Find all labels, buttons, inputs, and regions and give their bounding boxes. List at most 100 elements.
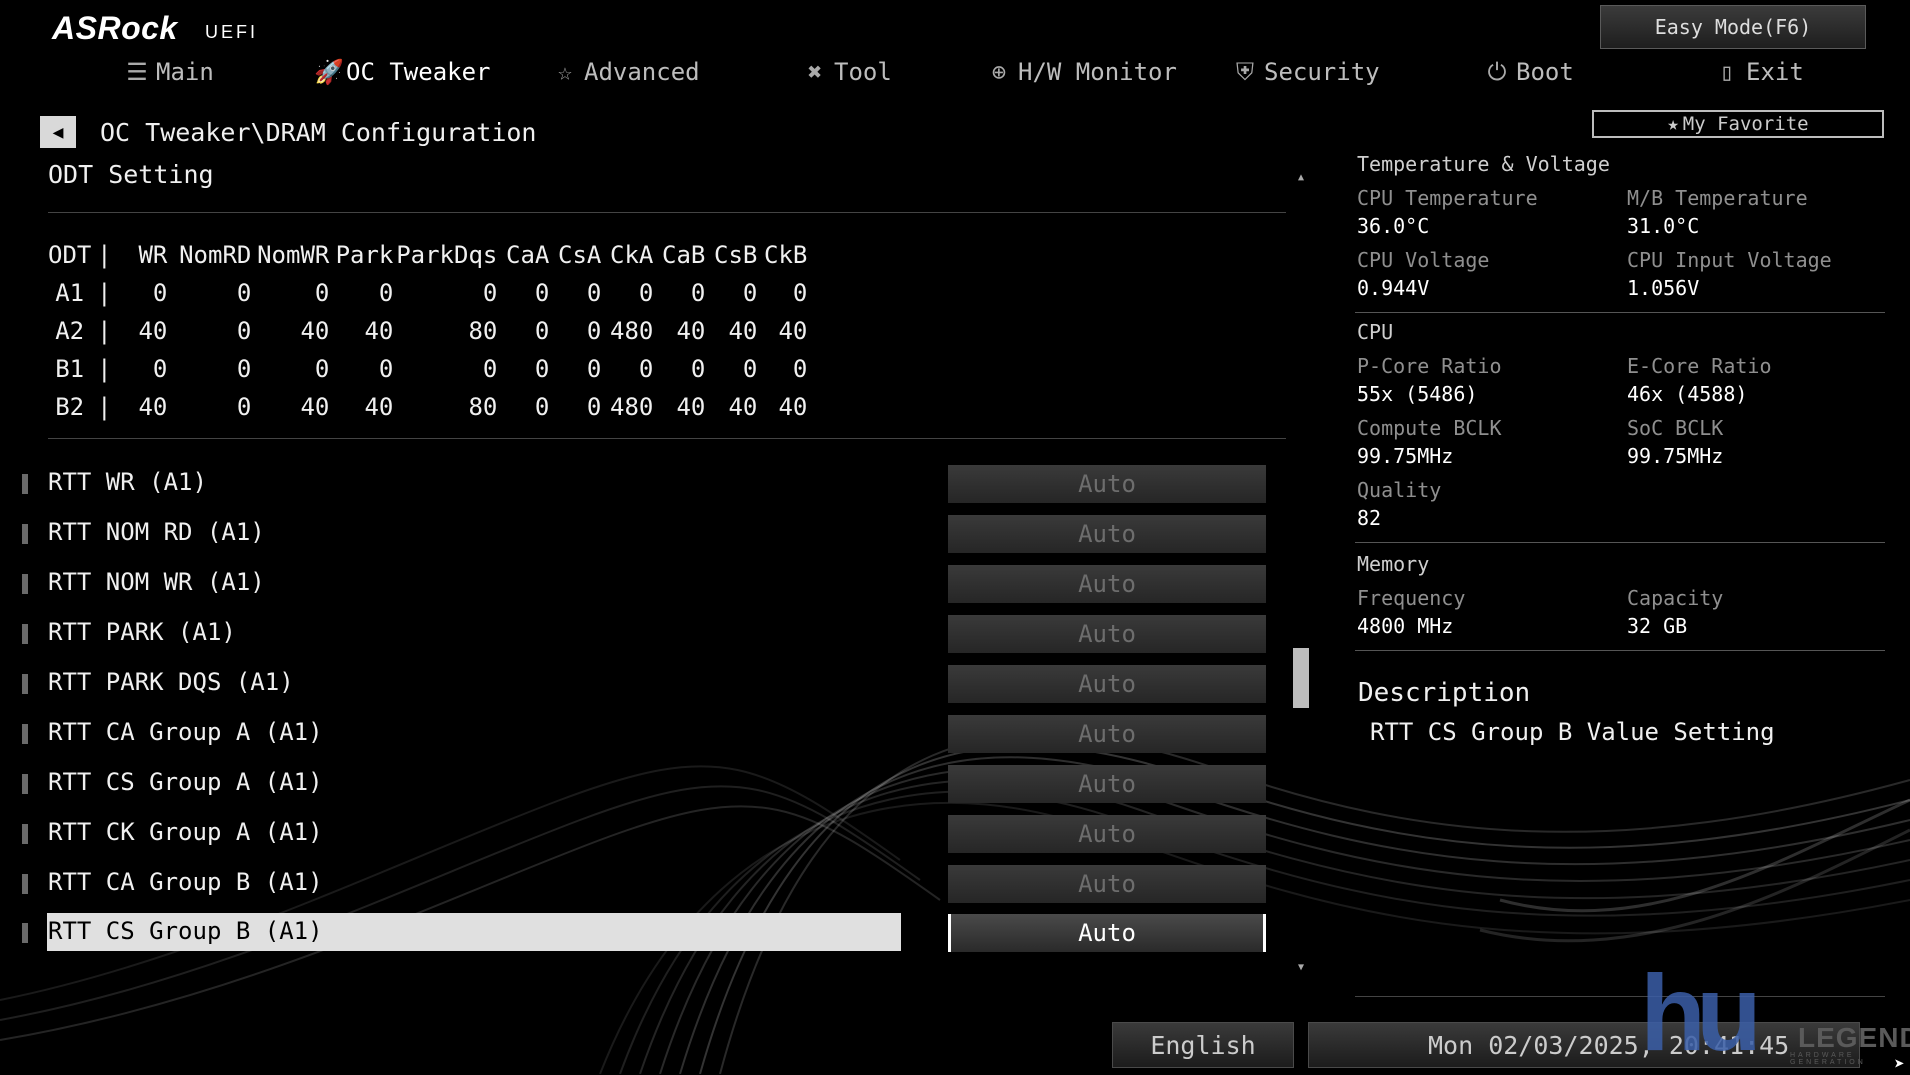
- odt-cell: 40: [364, 393, 394, 421]
- setting-rtt-ca-group-a-a1[interactable]: RTT CA Group A (A1) Auto: [0, 714, 1300, 754]
- setting-value-dropdown[interactable]: Auto: [948, 715, 1266, 753]
- exit-door-icon: ▯: [1719, 58, 1735, 86]
- setting-rtt-park-a1[interactable]: RTT PARK (A1) Auto: [0, 614, 1300, 654]
- odt-col-header: CsA: [558, 241, 602, 269]
- e-core-ratio-label: E-Core Ratio: [1627, 354, 1772, 378]
- row-marker: [22, 824, 28, 844]
- setting-rtt-wr-a1[interactable]: RTT WR (A1) Auto: [0, 464, 1300, 504]
- tab-boot[interactable]: ⏻ Boot: [1484, 58, 1574, 86]
- row-marker: [22, 923, 28, 943]
- row-marker: [22, 674, 28, 694]
- odt-cell: 80: [468, 393, 498, 421]
- soc-bclk-value: 99.75MHz: [1627, 444, 1724, 468]
- setting-rtt-park-dqs-a1[interactable]: RTT PARK DQS (A1) Auto: [0, 664, 1300, 704]
- e-core-ratio-value: 46x (4588): [1627, 382, 1748, 406]
- main-nav: ☰ Main 🚀 OC Tweaker ☆ Advanced ✖ Tool ⊕ …: [0, 52, 1910, 98]
- setting-label: RTT PARK (A1): [48, 618, 236, 646]
- tab-main[interactable]: ☰ Main: [124, 58, 214, 86]
- tab-exit[interactable]: ▯ Exit: [1714, 58, 1804, 86]
- scroll-up-arrow[interactable]: ▲: [1294, 172, 1308, 186]
- odt-cell: 480: [610, 317, 654, 345]
- tab-advanced[interactable]: ☆ Advanced: [552, 58, 700, 86]
- odt-cell: 0: [152, 279, 168, 307]
- odt-cell: 40: [728, 317, 758, 345]
- setting-value-dropdown[interactable]: Auto: [948, 665, 1266, 703]
- odt-cell: 0: [586, 355, 602, 383]
- setting-rtt-cs-group-b-a1[interactable]: RTT CS Group B (A1) Auto: [0, 913, 1300, 953]
- setting-rtt-ca-group-b-a1[interactable]: RTT CA Group B (A1) Auto: [0, 864, 1300, 904]
- tab-oc-tweaker-label: OC Tweaker: [346, 58, 491, 86]
- tab-main-label: Main: [156, 58, 214, 86]
- odt-cell: 0: [534, 279, 550, 307]
- odt-col-header: NomRD: [179, 241, 252, 269]
- cpu-input-voltage-label: CPU Input Voltage: [1627, 248, 1832, 272]
- setting-rtt-cs-group-a-a1[interactable]: RTT CS Group A (A1) Auto: [0, 764, 1300, 804]
- cpu-temperature-label: CPU Temperature: [1357, 186, 1538, 210]
- setting-rtt-nom-wr-a1[interactable]: RTT NOM WR (A1) Auto: [0, 564, 1300, 604]
- quality-value: 82: [1357, 506, 1382, 530]
- tab-oc-tweaker[interactable]: 🚀 OC Tweaker: [314, 58, 491, 86]
- setting-value-dropdown[interactable]: Auto: [948, 615, 1266, 653]
- easy-mode-button[interactable]: Easy Mode(F6): [1600, 5, 1866, 49]
- odt-cell: 0: [482, 279, 498, 307]
- rocket-icon: 🚀: [314, 58, 344, 86]
- setting-label: RTT NOM RD (A1): [48, 518, 265, 546]
- row-marker: [22, 474, 28, 494]
- odt-cell: 0: [690, 355, 706, 383]
- odt-cell: 0: [314, 355, 330, 383]
- mb-temperature-label: M/B Temperature: [1627, 186, 1808, 210]
- scrollbar-thumb[interactable]: [1293, 648, 1309, 708]
- odt-cell: 0: [482, 355, 498, 383]
- odt-cell: 0: [534, 317, 550, 345]
- odt-col-separator: |: [97, 241, 112, 269]
- scroll-down-arrow[interactable]: ▼: [1294, 962, 1308, 976]
- odt-cell: B1: [55, 355, 85, 383]
- divider: [48, 438, 1286, 439]
- memory-section-title: Memory: [1357, 552, 1430, 576]
- uefi-label: UEFI: [205, 22, 259, 42]
- row-marker: [22, 524, 28, 544]
- odt-col-header: CkA: [610, 241, 654, 269]
- language-button[interactable]: English: [1112, 1022, 1294, 1068]
- star-filled-icon: ★: [1667, 113, 1679, 135]
- odt-cell: 0: [534, 393, 550, 421]
- setting-label: RTT CS Group A (A1): [48, 768, 323, 796]
- tab-hw-monitor-label: H/W Monitor: [1018, 58, 1177, 86]
- tab-hw-monitor[interactable]: ⊕ H/W Monitor: [986, 58, 1177, 86]
- star-icon: ☆: [557, 58, 573, 86]
- setting-value-dropdown[interactable]: Auto: [948, 515, 1266, 553]
- odt-cell: |: [97, 317, 112, 345]
- tab-advanced-label: Advanced: [584, 58, 700, 86]
- odt-cell: |: [97, 393, 112, 421]
- odt-cell: 0: [586, 393, 602, 421]
- temp-voltage-title: Temperature & Voltage: [1357, 152, 1610, 176]
- setting-rtt-nom-rd-a1[interactable]: RTT NOM RD (A1) Auto: [0, 514, 1300, 554]
- odt-cell: 0: [152, 355, 168, 383]
- odt-col-header: ParkDqs: [396, 241, 498, 269]
- setting-rtt-ck-group-a-a1[interactable]: RTT CK Group A (A1) Auto: [0, 814, 1300, 854]
- tab-boot-label: Boot: [1516, 58, 1574, 86]
- crosshair-icon: ⊕: [991, 58, 1007, 86]
- tab-tool-label: Tool: [834, 58, 892, 86]
- setting-value-dropdown[interactable]: Auto: [948, 914, 1266, 952]
- odt-cell: 40: [138, 393, 168, 421]
- setting-label: RTT CK Group A (A1): [48, 818, 323, 846]
- my-favorite-button[interactable]: ★ My Favorite: [1592, 110, 1884, 138]
- description-title: Description: [1358, 678, 1531, 708]
- setting-value-dropdown[interactable]: Auto: [948, 865, 1266, 903]
- setting-value-dropdown[interactable]: Auto: [948, 565, 1266, 603]
- watermark-legend-text: LEGEND: [1798, 1022, 1910, 1053]
- tab-security[interactable]: ⛨ Security: [1232, 58, 1380, 86]
- setting-value-dropdown[interactable]: Auto: [948, 815, 1266, 853]
- odt-row: B1 | 0 0 0 0 0 0 0 0 0 0 0: [48, 350, 807, 388]
- setting-value-dropdown[interactable]: Auto: [948, 765, 1266, 803]
- odt-cell: 0: [690, 279, 706, 307]
- odt-cell: 0: [638, 355, 654, 383]
- setting-label: RTT CS Group B (A1): [48, 917, 323, 945]
- back-button[interactable]: ◀: [40, 116, 76, 148]
- setting-label: RTT CA Group A (A1): [48, 718, 323, 746]
- odt-cell: 0: [236, 393, 252, 421]
- memory-capacity-label: Capacity: [1627, 586, 1724, 610]
- tab-tool[interactable]: ✖ Tool: [802, 58, 892, 86]
- setting-value-dropdown[interactable]: Auto: [948, 465, 1266, 503]
